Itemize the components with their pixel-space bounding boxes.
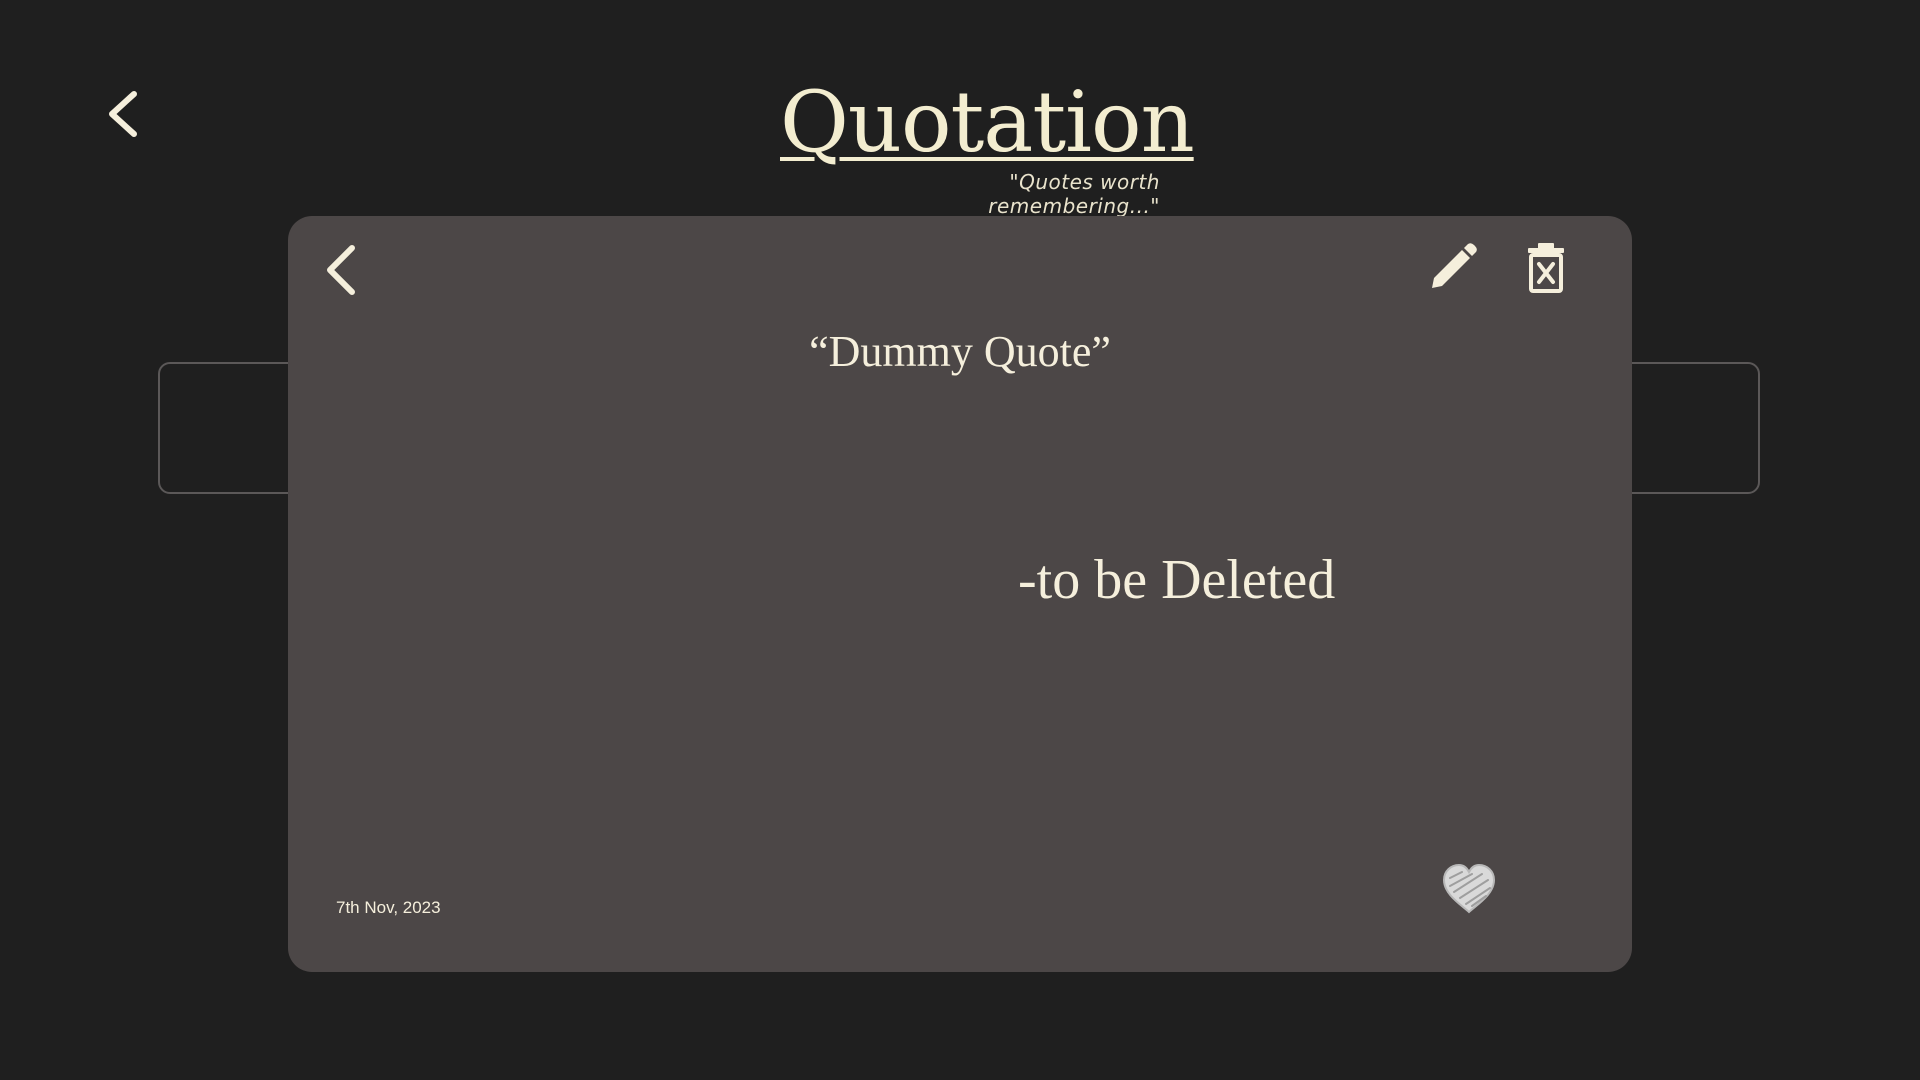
delete-button[interactable] [1520, 240, 1572, 296]
quote-detail-modal: “Dummy Quote” -to be Deleted 7th Nov, 20… [288, 216, 1632, 972]
pencil-icon [1432, 243, 1477, 288]
trash-x-icon [1528, 243, 1564, 293]
favorite-button[interactable] [1438, 860, 1500, 916]
app-title: Quotation [780, 73, 1195, 171]
app-subtitle: "Quotes worth remembering..." [988, 170, 1160, 218]
heart-icon [1442, 863, 1496, 914]
quote-author: -to be Deleted [1018, 549, 1336, 611]
chevron-left-icon [327, 245, 355, 295]
edit-button[interactable] [1424, 240, 1480, 296]
app-header: Quotation "Quotes worth remembering..." [0, 60, 1920, 218]
quote-date: 7th Nov, 2023 [336, 898, 441, 917]
modal-back-button[interactable] [320, 242, 364, 298]
quote-text: “Dummy Quote” [809, 327, 1111, 376]
